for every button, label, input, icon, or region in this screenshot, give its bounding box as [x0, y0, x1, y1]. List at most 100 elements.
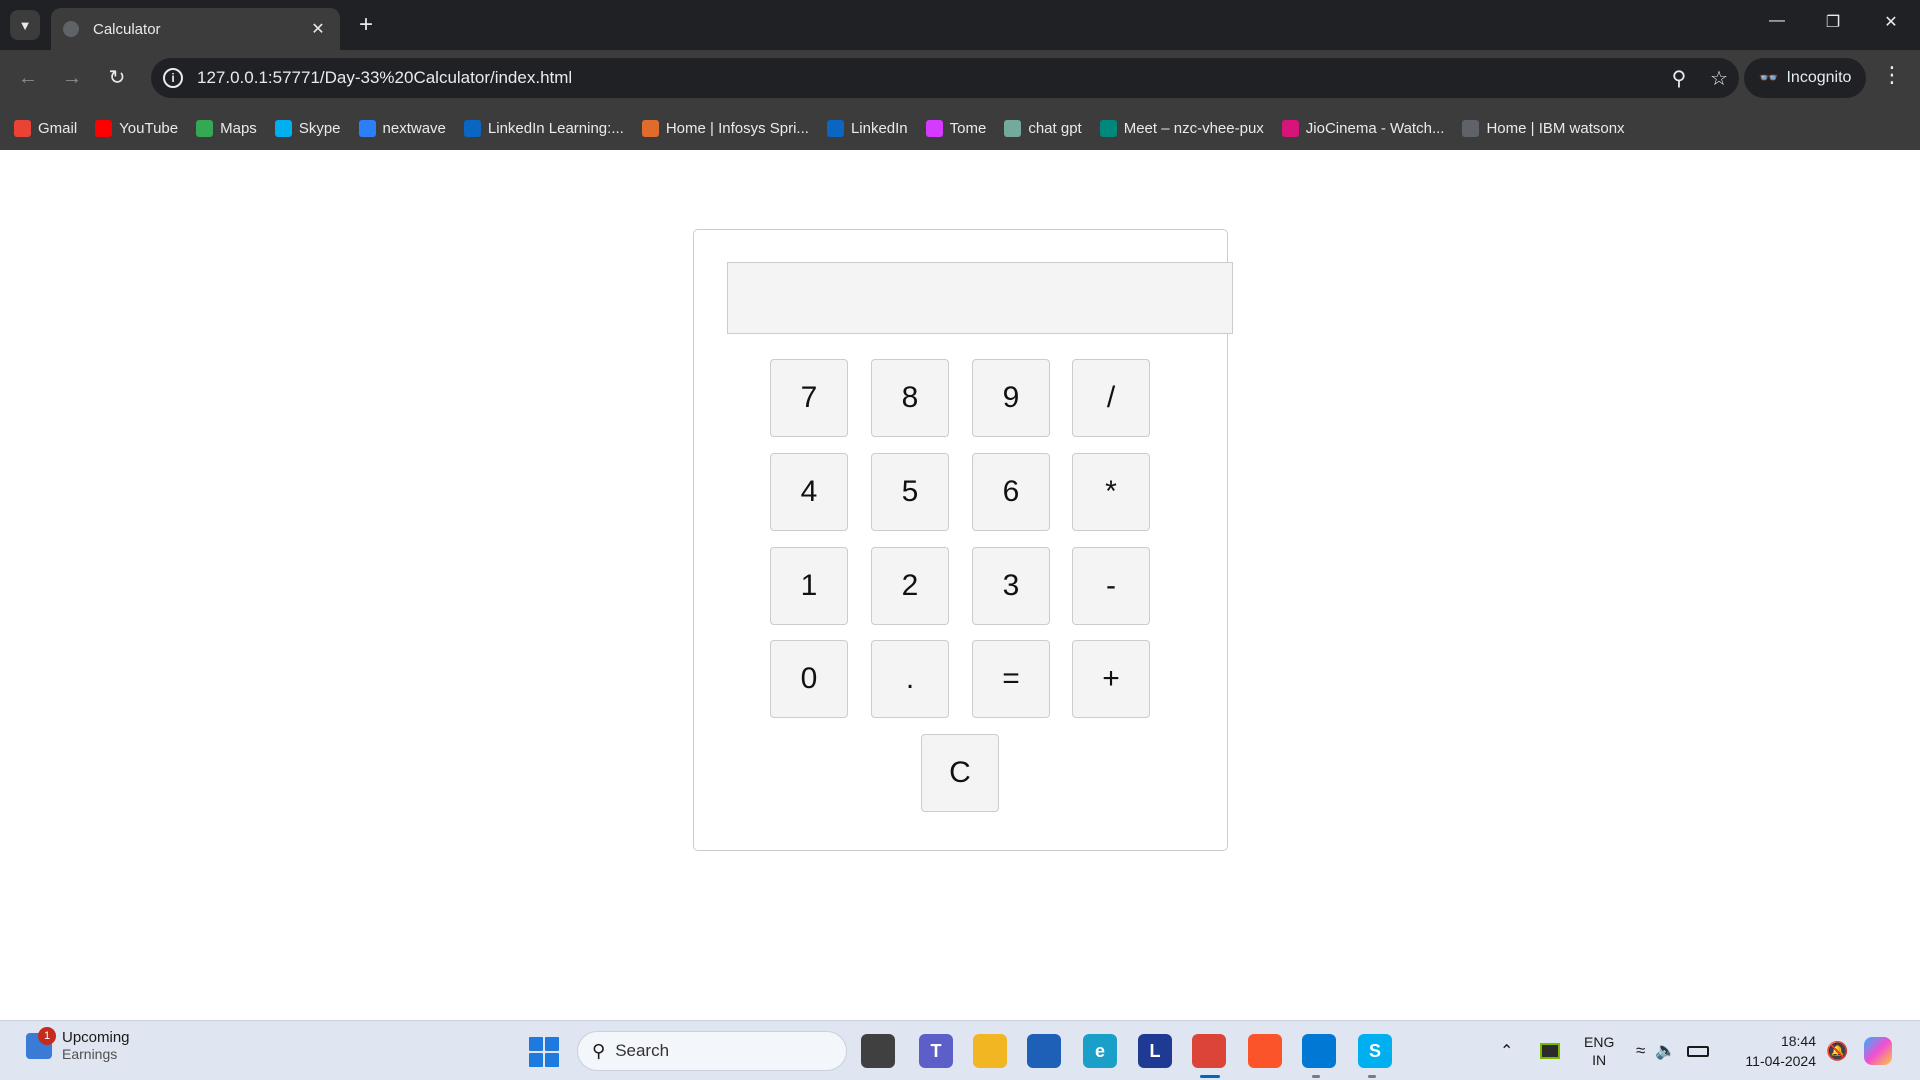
bookmark-item[interactable]: LinkedIn — [826, 119, 908, 137]
bookmark-item[interactable]: Tome — [925, 119, 987, 137]
chrome-icon[interactable] — [1192, 1034, 1226, 1068]
calc-button-1[interactable]: 1 — [770, 547, 848, 625]
bookmark-item[interactable]: Skype — [274, 119, 341, 137]
brave-icon[interactable] — [1248, 1034, 1282, 1068]
skype-icon — [274, 119, 292, 137]
nextwave-icon — [358, 119, 376, 137]
bookmark-item[interactable]: Maps — [196, 119, 257, 137]
bookmark-item[interactable]: Home | IBM watsonx — [1462, 119, 1625, 137]
gmail-icon — [14, 119, 31, 137]
taskbar-clock[interactable]: 18:44 11-04-2024 — [1736, 1031, 1816, 1071]
bookmark-label: Home | Infosys Spri... — [665, 119, 809, 137]
notification-bell-icon[interactable]: 🔕 — [1826, 1021, 1848, 1080]
calc-button-8[interactable]: 8 — [871, 359, 949, 437]
browser-tab-active[interactable]: Calculator ✕ — [51, 8, 340, 50]
language-indicator[interactable]: ENG IN — [1584, 1021, 1614, 1080]
reload-button[interactable]: ↻ — [103, 64, 131, 92]
show-hidden-icons-button[interactable]: ⌃ — [1500, 1021, 1513, 1080]
l-app-icon[interactable]: L — [1138, 1034, 1172, 1068]
url-text[interactable]: 127.0.0.1:57771/Day-33%20Calculator/inde… — [197, 68, 1659, 88]
microsoft-store-icon[interactable] — [1027, 1034, 1061, 1068]
tab-search-button[interactable]: ▼ — [10, 10, 40, 40]
ibm-watsonx-icon — [1462, 119, 1480, 137]
bookmark-label: Tome — [949, 119, 987, 137]
bookmark-label: YouTube — [119, 119, 179, 137]
bookmark-label: Skype — [298, 119, 341, 137]
widgets-button[interactable]: 1 Upcoming Earnings — [26, 1026, 130, 1062]
task-view-icon[interactable] — [861, 1034, 895, 1068]
vscode-icon[interactable] — [1302, 1034, 1336, 1068]
taskbar-search[interactable]: ⚲ Search — [577, 1031, 847, 1071]
edge-icon[interactable]: e — [1083, 1034, 1117, 1068]
running-app-indicator — [1368, 1075, 1376, 1078]
page-content: 7 8 9 / 4 5 6 * 1 2 3- 0. = + C — [0, 150, 1920, 1020]
bookmark-item[interactable]: JioCinema - Watch... — [1281, 119, 1444, 137]
notification-badge: 1 — [38, 1026, 56, 1045]
forward-button[interactable]: → — [58, 64, 86, 92]
bookmark-item[interactable]: Meet – nzc-vhee-pux — [1099, 119, 1264, 137]
calc-button-add[interactable]: + — [1072, 640, 1150, 718]
copilot-icon[interactable] — [1864, 1021, 1892, 1080]
calc-button-4[interactable]: 4 — [770, 453, 848, 531]
infosys-icon — [641, 119, 659, 137]
bookmark-item[interactable]: YouTube — [95, 119, 179, 137]
restore-button[interactable]: ❐ — [1818, 12, 1848, 32]
clock-date: 11-04-2024 — [1745, 1053, 1816, 1069]
calc-button-5[interactable]: 5 — [871, 453, 949, 531]
start-button[interactable] — [529, 1037, 559, 1067]
calc-button-9[interactable]: 9 — [972, 359, 1050, 437]
bookmark-item[interactable]: LinkedIn Learning:... — [463, 119, 624, 137]
back-button[interactable]: ← — [14, 64, 42, 92]
jiocinema-icon — [1281, 119, 1299, 137]
minimize-button[interactable]: — — [1762, 12, 1792, 30]
linkedin-learning-icon — [463, 119, 481, 137]
tab-close-button[interactable]: ✕ — [308, 19, 328, 39]
calc-button-6[interactable]: 6 — [972, 453, 1050, 531]
bookmark-item[interactable]: nextwave — [358, 119, 446, 137]
bookmark-label: Maps — [220, 119, 257, 137]
calc-button-7[interactable]: 7 — [770, 359, 848, 437]
file-explorer-icon[interactable] — [973, 1034, 1007, 1068]
calc-button-clear[interactable]: C — [921, 734, 999, 812]
bookmark-label: LinkedIn Learning:... — [487, 119, 624, 137]
wifi-icon: ≈ — [1636, 1041, 1646, 1060]
new-tab-button[interactable]: + — [353, 12, 379, 38]
battery-icon — [1686, 1045, 1709, 1057]
widget-subtitle: Earnings — [62, 1046, 118, 1062]
tab-title: Calculator — [93, 20, 161, 38]
address-bar[interactable]: i 127.0.0.1:57771/Day-33%20Calculator/in… — [151, 58, 1739, 98]
calc-button-divide[interactable]: / — [1072, 359, 1150, 437]
incognito-label: Incognito — [1786, 69, 1852, 86]
widget-title: Upcoming — [62, 1029, 130, 1046]
bookmark-item[interactable]: Home | Infosys Spri... — [641, 119, 809, 137]
nvidia-tray-icon[interactable] — [1540, 1021, 1560, 1080]
calc-button-0[interactable]: 0 — [770, 640, 848, 718]
tome-icon — [925, 119, 943, 137]
zoom-icon[interactable]: ⚲ — [1659, 66, 1699, 91]
calc-button-decimal[interactable]: . — [871, 640, 949, 718]
volume-icon: 🔈 — [1655, 1041, 1677, 1060]
quick-settings-button[interactable]: ≈ 🔈 — [1636, 1021, 1709, 1080]
calc-button-subtract[interactable]: - — [1072, 547, 1150, 625]
bookmark-label: Gmail — [38, 119, 78, 137]
windows-taskbar: 1 Upcoming Earnings ⚲ Search ⌃ ENG IN ≈ … — [0, 1020, 1920, 1080]
site-info-icon[interactable]: i — [163, 68, 183, 88]
windows-logo-icon — [529, 1037, 543, 1051]
browser-tab-bar: ▼ Calculator ✕ + — ❐ ✕ — [0, 0, 1920, 50]
calculator-display[interactable] — [727, 262, 1233, 334]
skype-taskbar-icon[interactable]: S — [1358, 1034, 1392, 1068]
calc-button-3[interactable]: 3 — [972, 547, 1050, 625]
browser-menu-button[interactable]: ⋮ — [1880, 62, 1904, 88]
incognito-icon: 👓 — [1758, 70, 1779, 87]
calc-button-equals[interactable]: = — [972, 640, 1050, 718]
bookmark-label: Home | IBM watsonx — [1486, 119, 1625, 137]
calc-button-multiply[interactable]: * — [1072, 453, 1150, 531]
bookmark-item[interactable]: Gmail — [14, 119, 78, 137]
close-window-button[interactable]: ✕ — [1876, 12, 1906, 32]
incognito-badge[interactable]: 👓 Incognito — [1744, 58, 1866, 98]
bookmark-star-icon[interactable]: ☆ — [1699, 66, 1739, 91]
calc-button-2[interactable]: 2 — [871, 547, 949, 625]
chevron-down-icon: ▼ — [18, 17, 32, 33]
teams-icon[interactable]: T — [919, 1034, 953, 1068]
bookmark-item[interactable]: chat gpt — [1004, 119, 1082, 137]
